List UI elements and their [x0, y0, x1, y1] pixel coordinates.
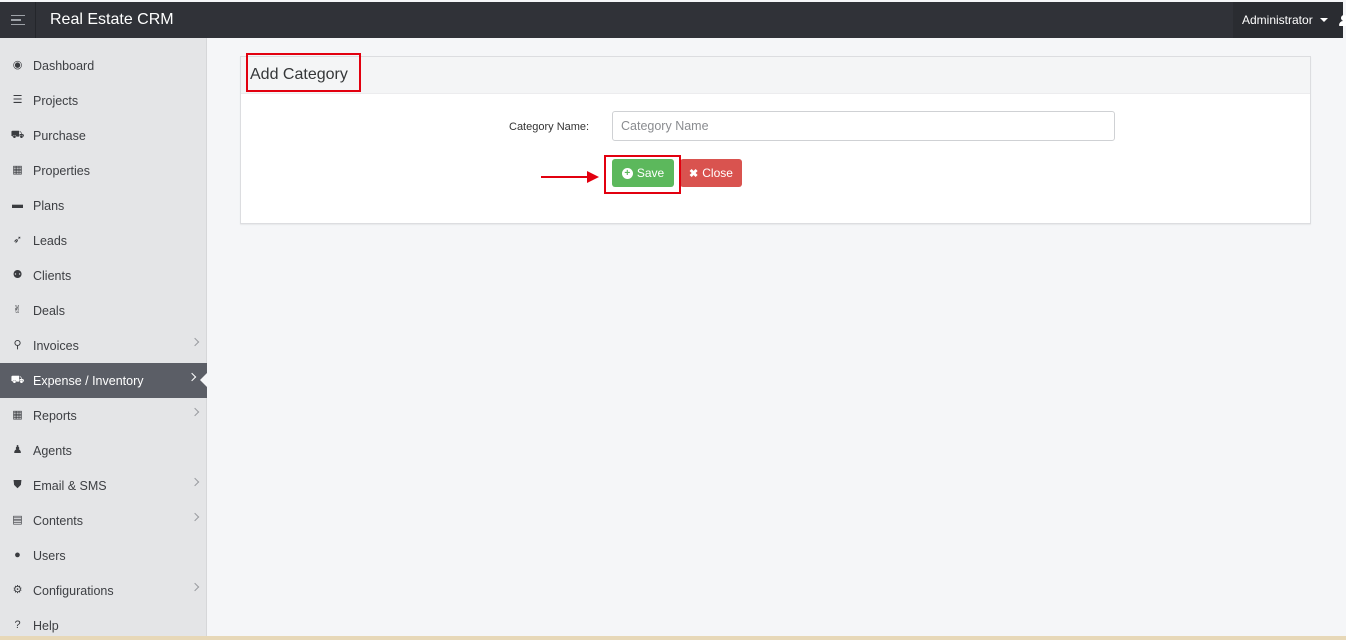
sidebar-item-label: Deals — [33, 303, 65, 318]
table-icon: ▦ — [12, 409, 23, 421]
sidebar-item-label: Properties — [33, 163, 90, 178]
annotation-arrow-icon — [587, 171, 599, 183]
pin-icon: ⚲ — [13, 339, 22, 351]
top-navbar: Real Estate CRM Administrator — [0, 2, 1346, 38]
sidebar-item-contents[interactable]: ▤ Contents — [0, 503, 207, 538]
annotation-arrow-line — [541, 176, 589, 178]
sidebar-item-label: Plans — [33, 198, 65, 213]
sidebar-item-expense-inventory[interactable]: ⛟ Expense / Inventory — [0, 363, 207, 398]
sidebar-item-label: Users — [33, 548, 66, 563]
sidebar-item-projects[interactable]: ☰ Projects — [0, 83, 207, 118]
save-highlight-box — [604, 155, 681, 194]
sidebar-item-label: Configurations — [33, 583, 114, 598]
sidebar-item-properties[interactable]: ▦ Properties — [0, 153, 207, 188]
sidebar-item-label: Email & SMS — [33, 478, 107, 493]
sidebar-item-label: Invoices — [33, 338, 79, 353]
sidebar-item-plans[interactable]: ▬ Plans — [0, 188, 207, 223]
user-menu-label: Administrator — [1242, 13, 1313, 27]
sidebar-item-label: Help — [33, 618, 59, 633]
chevron-right-icon — [190, 407, 200, 417]
sidebar-item-deals[interactable]: ✌ Deals — [0, 293, 207, 328]
panel-header: Add Category — [241, 57, 1310, 94]
sidebar-item-purchase[interactable]: ⛟ Purchase — [0, 118, 207, 153]
sidebar-item-label: Reports — [33, 408, 77, 423]
user-icon: ● — [14, 549, 21, 561]
sidebar-item-agents[interactable]: ♟ Agents — [0, 433, 207, 468]
users-icon: ⚉ — [12, 269, 23, 281]
bottom-strip — [0, 636, 1346, 640]
server-icon: ☰ — [12, 94, 23, 106]
user-secret-icon: ♟ — [12, 444, 23, 456]
sidebar-item-label: Expense / Inventory — [33, 373, 144, 388]
chevron-right-icon — [190, 582, 200, 592]
sidebar-item-label: Leads — [33, 233, 68, 248]
title-highlight-box — [246, 53, 361, 92]
sidebar-item-configurations[interactable]: ⚙ Configurations — [0, 573, 207, 608]
newspaper-icon: ▤ — [12, 514, 23, 526]
shield-icon: ⛊ — [13, 479, 22, 491]
app-title[interactable]: Real Estate CRM — [50, 11, 174, 29]
user-menu[interactable]: Administrator — [1233, 2, 1346, 38]
category-name-label: Category Name: — [509, 121, 590, 133]
sidebar-item-email-sms[interactable]: ⛊ Email & SMS — [0, 468, 207, 503]
chevron-right-icon — [190, 477, 200, 487]
sidebar-item-label: Contents — [33, 513, 84, 528]
briefcase-icon: ▬ — [12, 199, 23, 211]
cart-icon: ⛟ — [10, 374, 25, 386]
sidebar-item-users[interactable]: ● Users — [0, 538, 207, 573]
cart-icon: ⛟ — [10, 129, 25, 141]
chevron-right-icon — [190, 512, 200, 522]
rocket-icon: ➶ — [12, 234, 23, 246]
sidebar-item-leads[interactable]: ➶ Leads — [0, 223, 207, 258]
sidebar-item-clients[interactable]: ⚉ Clients — [0, 258, 207, 293]
sidebar-item-invoices[interactable]: ⚲ Invoices — [0, 328, 207, 363]
user-icon — [1338, 14, 1346, 26]
close-icon: ✖ — [689, 167, 699, 180]
dashboard-icon: ◉ — [12, 59, 23, 71]
caret-down-icon — [1319, 18, 1328, 22]
sidebar: ◉ Dashboard ☰ Projects ⛟ Purchase ▦ Properties ▬… — [0, 38, 207, 636]
cogs-icon: ⚙ — [12, 584, 23, 596]
sidebar-item-label: Purchase — [33, 128, 86, 143]
sidebar-item-label: Projects — [33, 93, 79, 108]
sidebar-item-label: Dashboard — [33, 58, 95, 73]
sidebar-item-label: Agents — [33, 443, 72, 458]
thumbs-up-icon: ✌ — [12, 304, 23, 316]
category-name-input[interactable] — [612, 111, 1115, 141]
sidebar-item-reports[interactable]: ▦ Reports — [0, 398, 207, 433]
chevron-right-icon — [190, 337, 200, 347]
menu-toggle-icon[interactable] — [0, 2, 36, 38]
close-button-label: Close — [702, 166, 733, 180]
sidebar-item-dashboard[interactable]: ◉ Dashboard — [0, 48, 207, 83]
sidebar-item-label: Clients — [33, 268, 72, 283]
chevron-right-icon — [187, 372, 197, 382]
question-circle-icon: ? — [14, 619, 21, 631]
close-button[interactable]: ✖ Close — [680, 159, 742, 187]
building-icon: ▦ — [12, 164, 23, 176]
